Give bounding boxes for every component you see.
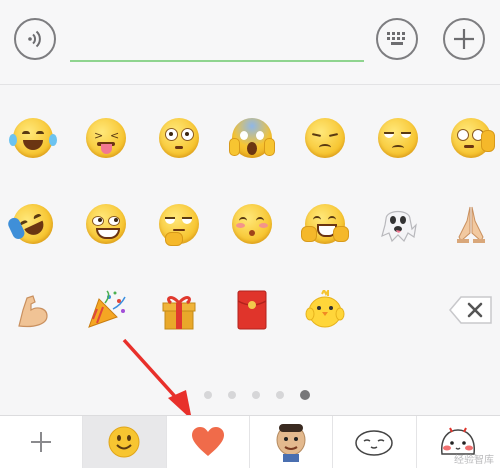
- more-functions-button[interactable]: [443, 18, 485, 60]
- meme-boy-icon: [276, 424, 306, 462]
- peace-sign-face-emoji[interactable]: [301, 201, 349, 247]
- page-dot[interactable]: [228, 391, 236, 399]
- tab-add-sticker[interactable]: [0, 416, 84, 468]
- plus-icon: [454, 29, 474, 49]
- facepalm-emoji[interactable]: [448, 115, 495, 161]
- mochi-face-icon: [355, 430, 394, 456]
- keyboard-toggle-button[interactable]: [376, 18, 418, 60]
- emoji-row: > <: [0, 107, 500, 193]
- flushed-emoji[interactable]: [156, 115, 202, 161]
- squinting-tongue-emoji[interactable]: > <: [83, 115, 129, 161]
- emoji-row: [0, 279, 500, 365]
- voice-input-button[interactable]: [14, 18, 56, 60]
- gift-emoji[interactable]: [156, 287, 202, 333]
- ghost-emoji[interactable]: [375, 201, 421, 247]
- tab-sticker-pack-boy[interactable]: [250, 416, 334, 468]
- smiley-icon: [108, 426, 140, 458]
- page-dot-active[interactable]: [300, 390, 310, 400]
- gift-icon: [162, 296, 196, 330]
- backspace-button[interactable]: [448, 287, 494, 333]
- unamused-emoji[interactable]: [375, 115, 421, 161]
- heart-icon: [191, 427, 224, 456]
- tab-favorites[interactable]: [167, 416, 250, 468]
- rolling-laughing-emoji[interactable]: [6, 197, 60, 251]
- party-popper-emoji[interactable]: [83, 287, 129, 333]
- page-dot[interactable]: [252, 391, 260, 399]
- emoji-panel: > <: [0, 85, 500, 415]
- sly-smile-emoji[interactable]: [83, 201, 129, 247]
- voice-icon: [28, 30, 41, 48]
- emoji-row: [0, 193, 500, 279]
- red-envelope-emoji[interactable]: [229, 287, 275, 333]
- tab-emoji[interactable]: [83, 416, 167, 468]
- kissing-blush-emoji[interactable]: [229, 201, 275, 247]
- party-popper-icon: [88, 290, 126, 328]
- sticker-tab-bar: 经验智库: [0, 415, 500, 468]
- page-dot[interactable]: [204, 391, 212, 399]
- message-input[interactable]: [70, 26, 364, 62]
- flexed-biceps-icon: [18, 295, 48, 328]
- thinking-emoji[interactable]: [156, 201, 202, 247]
- screaming-in-fear-emoji[interactable]: [229, 115, 275, 161]
- tab-sticker-pack-mochi[interactable]: [333, 416, 417, 468]
- pensive-emoji[interactable]: [302, 115, 348, 161]
- ghost-icon: [381, 210, 417, 243]
- backspace-icon: [449, 296, 492, 324]
- flexed-biceps-emoji[interactable]: [10, 287, 56, 333]
- watermark: 经验智库: [454, 455, 494, 466]
- emoji-grid: > <: [0, 107, 500, 365]
- red-envelope-icon: [237, 290, 267, 330]
- chick-icon: [305, 290, 345, 328]
- plus-icon: [31, 432, 52, 452]
- keyboard-icon: [387, 32, 405, 45]
- chat-input-bar: [0, 0, 500, 85]
- folded-hands-icon: [457, 206, 485, 243]
- page-dot[interactable]: [276, 391, 284, 399]
- page-indicator: [0, 390, 500, 403]
- chick-emoji[interactable]: [302, 287, 348, 333]
- folded-hands-emoji[interactable]: [448, 201, 494, 247]
- tears-of-joy-emoji[interactable]: [9, 115, 57, 161]
